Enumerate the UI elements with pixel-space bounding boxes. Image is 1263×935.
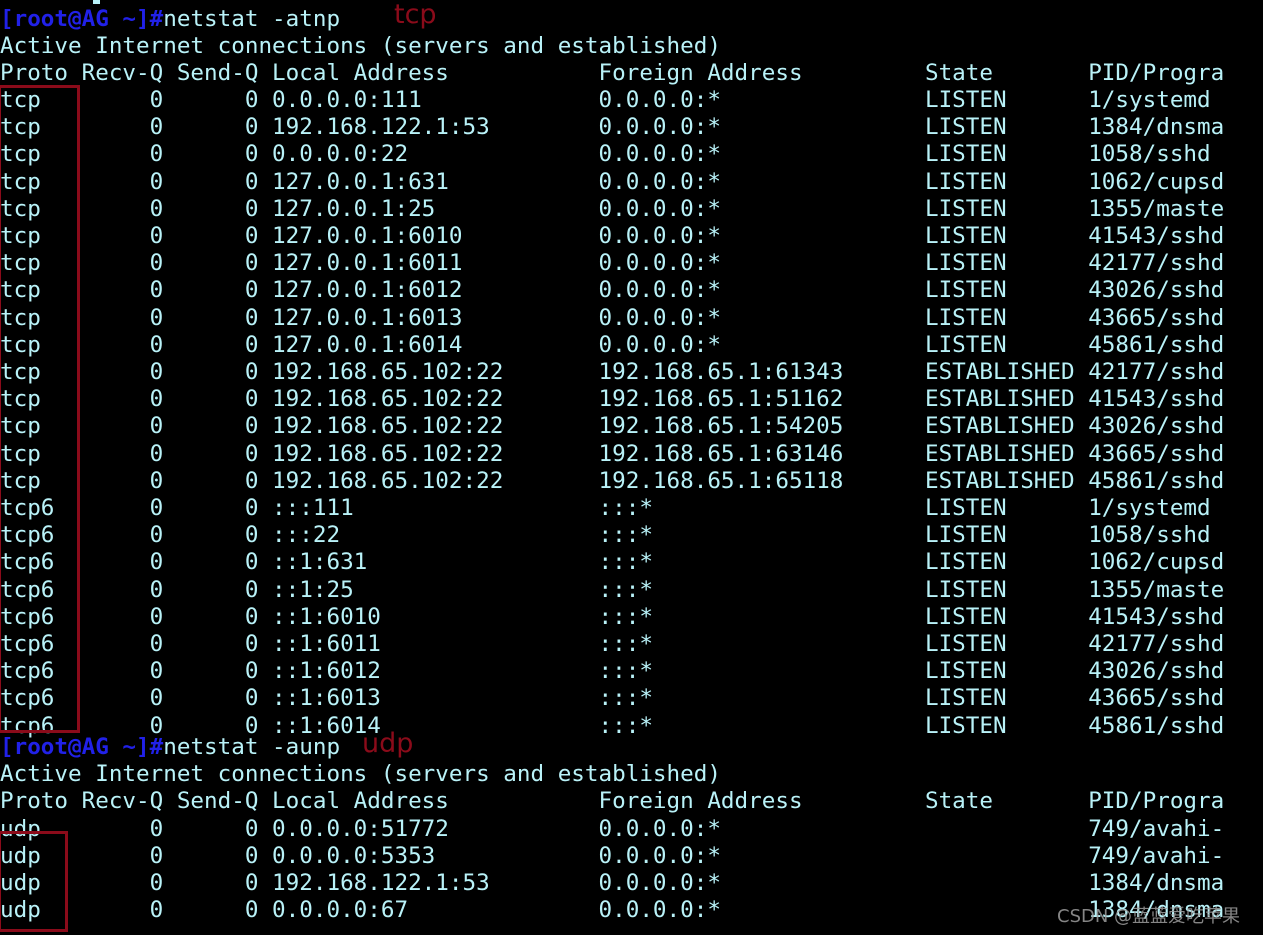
column-header-aunp: Proto Recv-Q Send-Q Local Address Foreig…: [0, 788, 1225, 815]
prompt-line-atnp: [root@AG ~]#netstat -atnp: [0, 6, 1263, 33]
table-row: udp 0 0 0.0.0.0:5353 0.0.0.0:* 749/avahi…: [0, 842, 1225, 869]
table-row: tcp 0 0 127.0.0.1:6014 0.0.0.0:* LISTEN …: [0, 331, 1225, 358]
table-row: tcp 0 0 192.168.65.102:22 192.168.65.1:5…: [0, 386, 1225, 413]
scrollback-fragment: [93, 0, 100, 4]
annotation-label-tcp: tcp: [394, 0, 437, 30]
table-row: tcp6 0 0 ::1:6013 :::* LISTEN 43665/sshd: [0, 685, 1225, 712]
table-row: tcp 0 0 0.0.0.0:22 0.0.0.0:* LISTEN 1058…: [0, 141, 1211, 168]
csdn-watermark: CSDN @蓝蓝爱吃苹果: [1057, 906, 1241, 927]
banner-atnp: Active Internet connections (servers and…: [0, 33, 721, 59]
banner-aunp: Active Internet connections (servers and…: [0, 761, 721, 788]
table-row: tcp 0 0 127.0.0.1:6010 0.0.0.0:* LISTEN …: [0, 223, 1225, 249]
shell-prompt: [root@AG ~]#: [0, 6, 164, 32]
table-row: tcp6 0 0 ::1:6011 :::* LISTEN 42177/sshd: [0, 631, 1225, 657]
table-row: tcp 0 0 127.0.0.1:6012 0.0.0.0:* LISTEN …: [0, 277, 1225, 304]
annotation-label-udp: udp: [362, 728, 414, 759]
command-atnp: netstat -atnp: [163, 6, 341, 32]
table-row: udp 0 0 192.168.122.1:53 0.0.0.0:* 1384/…: [0, 870, 1225, 896]
table-row: tcp 0 0 192.168.65.102:22 192.168.65.1:6…: [0, 467, 1225, 494]
table-row: tcp6 0 0 :::22 :::* LISTEN 1058/sshd: [0, 522, 1211, 549]
table-row: tcp 0 0 192.168.65.102:22 192.168.65.1:5…: [0, 413, 1225, 440]
table-row: tcp 0 0 127.0.0.1:25 0.0.0.0:* LISTEN 13…: [0, 195, 1225, 222]
table-row: tcp 0 0 127.0.0.1:6013 0.0.0.0:* LISTEN …: [0, 304, 1225, 331]
table-row: udp 0 0 0.0.0.0:51772 0.0.0.0:* 749/avah…: [0, 815, 1225, 842]
table-row: tcp 0 0 192.168.65.102:22 192.168.65.1:6…: [0, 359, 1225, 385]
command-aunp: netstat -aunp: [163, 734, 341, 760]
table-row: tcp 0 0 0.0.0.0:111 0.0.0.0:* LISTEN 1/s…: [0, 87, 1211, 113]
table-row: tcp6 0 0 ::1:631 :::* LISTEN 1062/cupsd: [0, 549, 1225, 576]
table-row: tcp 0 0 127.0.0.1:6011 0.0.0.0:* LISTEN …: [0, 250, 1225, 277]
table-row: tcp6 0 0 ::1:25 :::* LISTEN 1355/maste: [0, 576, 1225, 603]
table-row: tcp 0 0 192.168.65.102:22 192.168.65.1:6…: [0, 440, 1225, 467]
shell-prompt: [root@AG ~]#: [0, 734, 164, 760]
table-row: tcp6 0 0 :::111 :::* LISTEN 1/systemd: [0, 495, 1211, 521]
prompt-line-aunp: [root@AG ~]#netstat -aunp: [0, 734, 1263, 761]
table-row: tcp 0 0 192.168.122.1:53 0.0.0.0:* LISTE…: [0, 114, 1225, 141]
table-row: tcp6 0 0 ::1:6012 :::* LISTEN 43026/sshd: [0, 658, 1225, 685]
terminal-window: [root@AG ~]#netstat -atnp Active Interne…: [0, 0, 1263, 935]
table-row: tcp 0 0 127.0.0.1:631 0.0.0.0:* LISTEN 1…: [0, 168, 1225, 195]
table-row: tcp6 0 0 ::1:6010 :::* LISTEN 41543/sshd: [0, 603, 1225, 630]
column-header-atnp: Proto Recv-Q Send-Q Local Address Foreig…: [0, 60, 1225, 86]
